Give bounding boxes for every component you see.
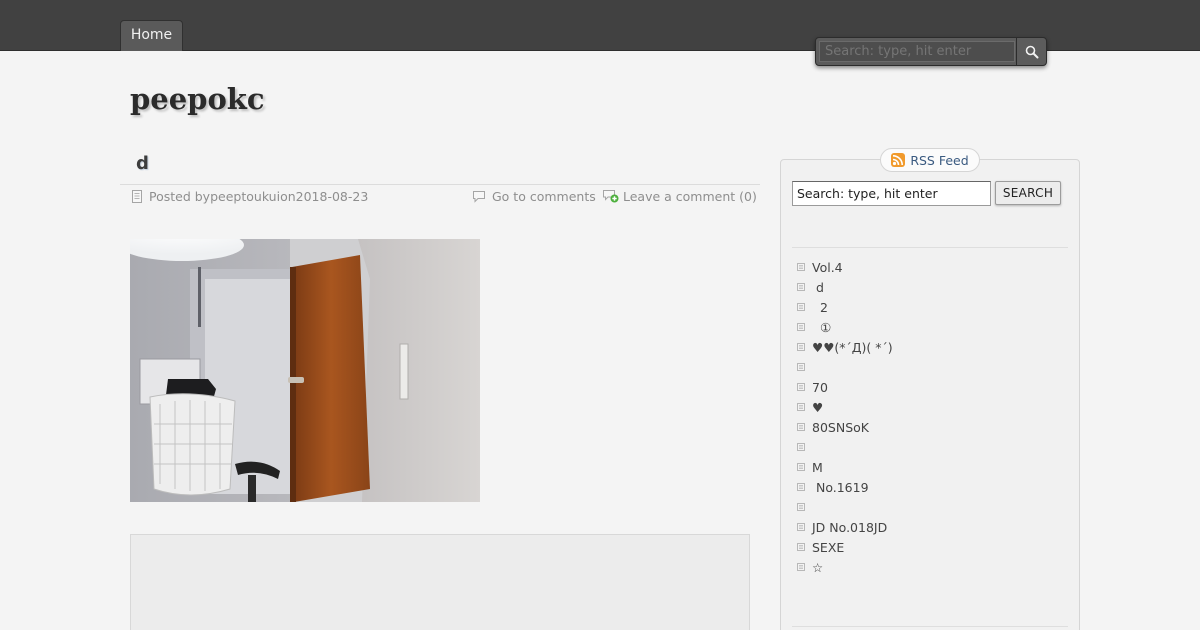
recent-post-link[interactable]: 70 (812, 380, 828, 395)
add-comment-icon (603, 190, 619, 203)
list-item[interactable] (796, 497, 1066, 517)
recent-posts-list: Vol.4 d 2 ① ♥♥(*´Д)( *´) 70 ♥ 80SNSoK M No.16… (796, 257, 1066, 577)
recent-post-link[interactable]: ♥ (812, 400, 823, 415)
posted-on-label: on (280, 188, 296, 204)
post-meta: Posted by peeptoukui on 2018-08-23 (131, 188, 368, 204)
recent-post-link[interactable]: JD No.018JD (812, 520, 887, 535)
square-bullet-icon (796, 462, 806, 472)
square-bullet-icon (796, 422, 806, 432)
square-bullet-icon (796, 342, 806, 352)
recent-post-link[interactable]: Vol.4 (812, 260, 843, 275)
magnifier-icon (1025, 45, 1039, 58)
leave-comment[interactable]: Leave a comment (0) (603, 188, 757, 204)
list-item[interactable]: d (796, 277, 1066, 297)
square-bullet-icon (796, 502, 806, 512)
top-search-input[interactable] (819, 41, 1015, 62)
speech-bubble-icon (473, 190, 485, 203)
room-photo-image (130, 239, 480, 502)
sidebar-search-button[interactable]: SEARCH (995, 181, 1061, 205)
leave-comment-link[interactable]: Leave a comment (0) (623, 189, 757, 204)
rss-feed-link[interactable]: RSS Feed (880, 148, 980, 172)
post-author-link[interactable]: peeptoukui (210, 189, 280, 204)
recent-post-link[interactable]: ① (812, 320, 831, 335)
go-to-comments[interactable]: Go to comments (472, 188, 596, 204)
document-icon (132, 189, 142, 203)
post-photo[interactable] (130, 239, 480, 502)
top-search-form (815, 37, 1047, 66)
list-item[interactable]: 2 (796, 297, 1066, 317)
list-item[interactable]: ♥♥(*´Д)( *´) (796, 337, 1066, 357)
list-item[interactable]: 80SNSoK (796, 417, 1066, 437)
list-item[interactable] (796, 357, 1066, 377)
sidebar-divider-bottom (792, 626, 1068, 627)
posted-by-label: Posted by (149, 188, 211, 204)
recent-post-link[interactable]: 2 (812, 300, 828, 315)
post-content-box (130, 534, 750, 630)
list-item[interactable]: ☆ (796, 557, 1066, 577)
sidebar-search-input[interactable] (792, 181, 991, 206)
post-title[interactable]: d (136, 153, 149, 174)
list-item[interactable]: JD No.018JD (796, 517, 1066, 537)
post-date: 2018-08-23 (295, 188, 369, 204)
square-bullet-icon (796, 482, 806, 492)
recent-post-link[interactable]: ♥♥(*´Д)( *´) (812, 340, 893, 355)
list-item[interactable] (796, 437, 1066, 457)
list-item[interactable]: ① (796, 317, 1066, 337)
recent-post-link[interactable]: SEXE (812, 540, 844, 555)
list-item[interactable]: ♥ (796, 397, 1066, 417)
square-bullet-icon (796, 302, 806, 312)
square-bullet-icon (796, 402, 806, 412)
go-to-comments-link[interactable]: Go to comments (492, 189, 596, 204)
square-bullet-icon (796, 522, 806, 532)
square-bullet-icon (796, 562, 806, 572)
square-bullet-icon (796, 382, 806, 392)
square-bullet-icon (796, 282, 806, 292)
rss-feed-label: RSS Feed (910, 152, 969, 168)
square-bullet-icon (796, 442, 806, 452)
top-search-button[interactable] (1016, 38, 1047, 65)
list-item[interactable]: 70 (796, 377, 1066, 397)
square-bullet-icon (796, 542, 806, 552)
recent-post-link[interactable]: M (812, 460, 823, 475)
nav-tab-home[interactable]: Home (120, 20, 183, 51)
post-title-divider (120, 184, 760, 185)
sidebar-divider-top (792, 247, 1068, 248)
square-bullet-icon (796, 262, 806, 272)
site-title[interactable]: peepokc (130, 82, 265, 116)
rss-icon (891, 153, 906, 167)
list-item[interactable]: M (796, 457, 1066, 477)
list-item[interactable]: SEXE (796, 537, 1066, 557)
list-item[interactable]: Vol.4 (796, 257, 1066, 277)
recent-post-link[interactable]: d (812, 280, 824, 295)
square-bullet-icon (796, 322, 806, 332)
recent-post-link[interactable]: 80SNSoK (812, 420, 869, 435)
square-bullet-icon (796, 362, 806, 372)
recent-post-link[interactable]: No.1619 (812, 480, 869, 495)
recent-post-link[interactable]: ☆ (812, 560, 823, 575)
list-item[interactable]: No.1619 (796, 477, 1066, 497)
